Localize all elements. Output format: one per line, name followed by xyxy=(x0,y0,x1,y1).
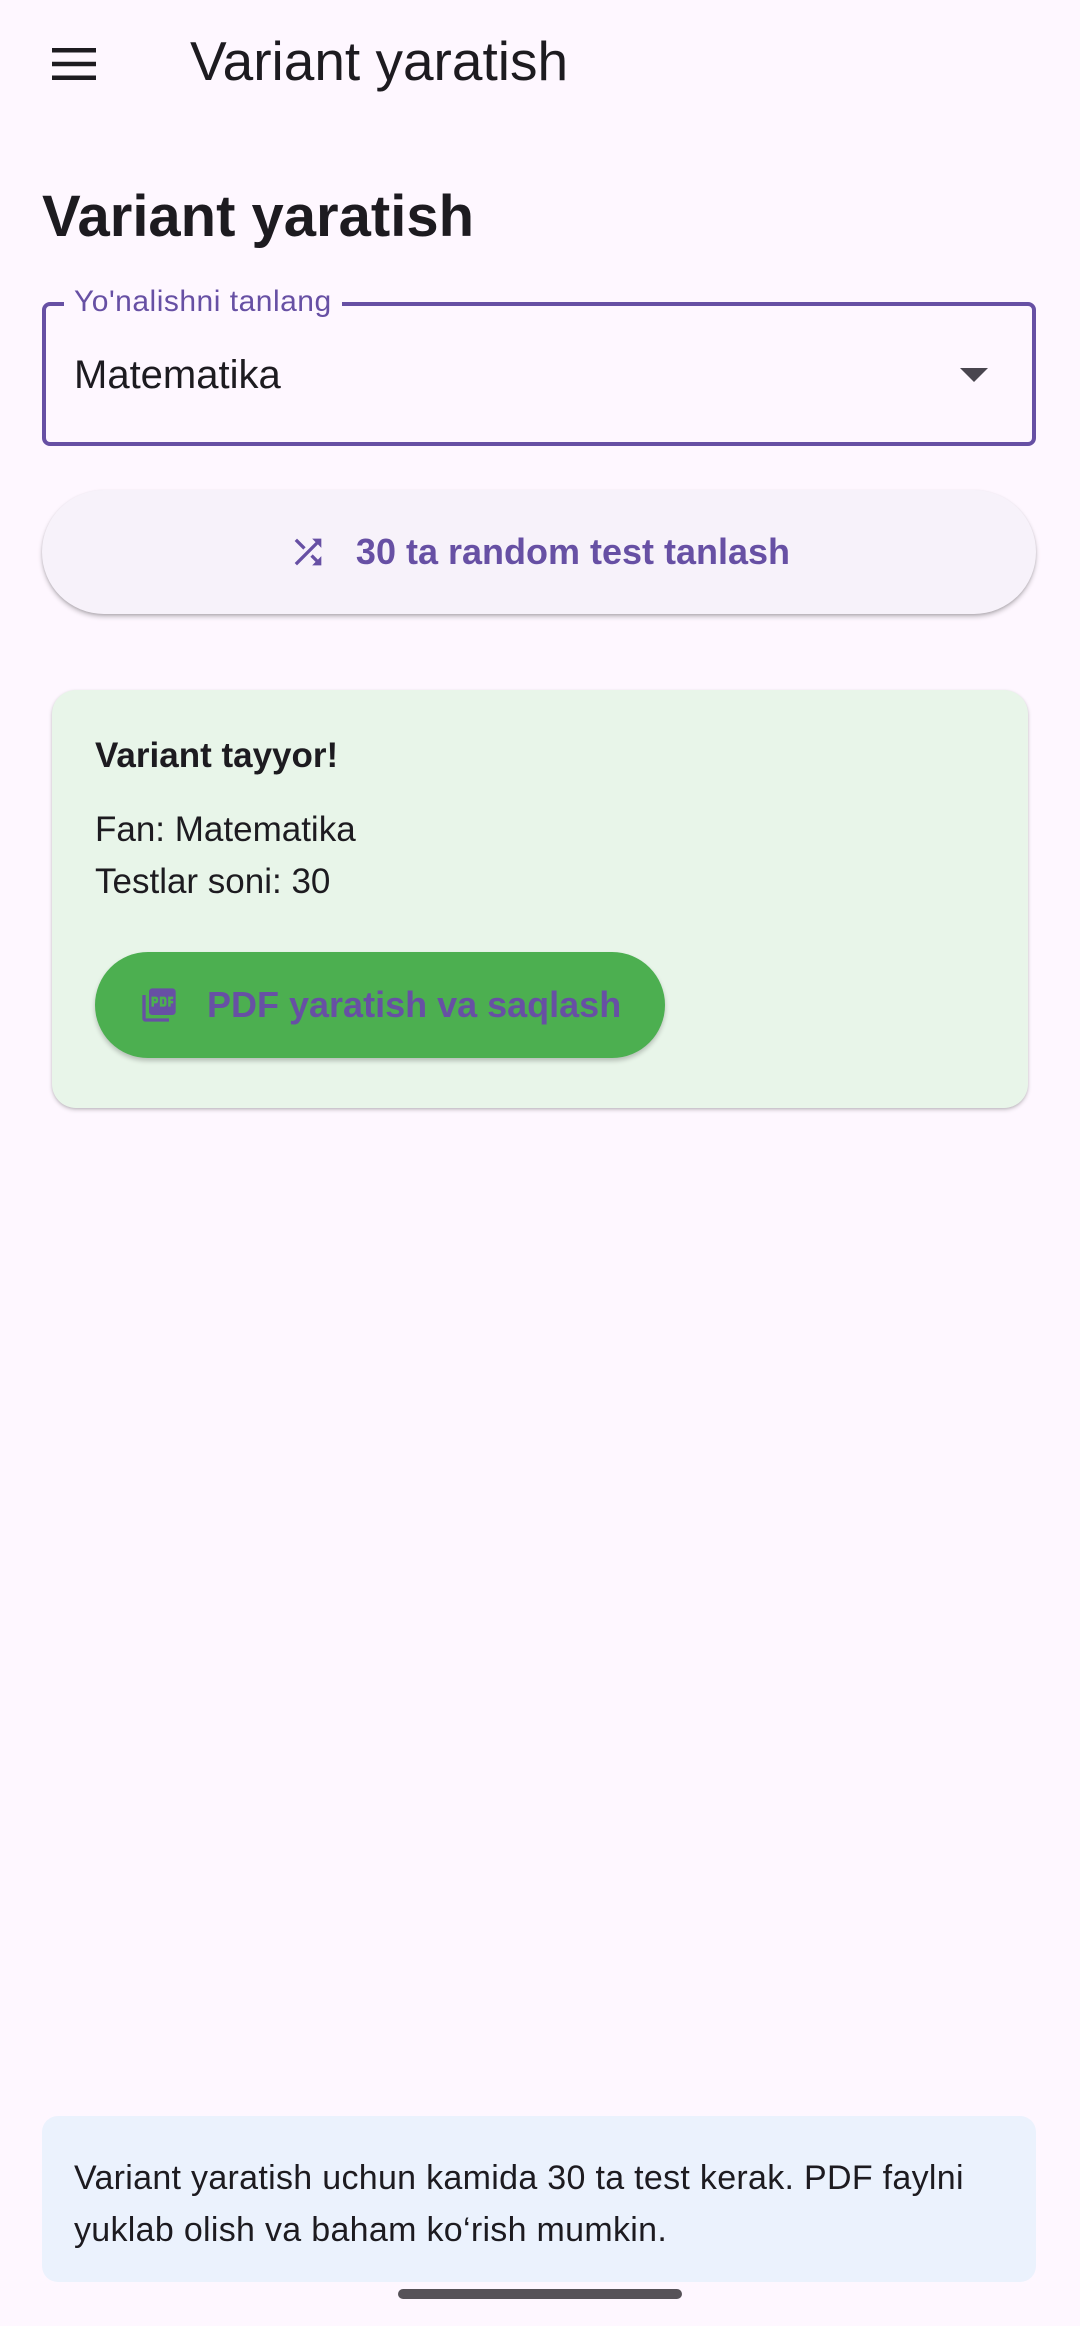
menu-button[interactable] xyxy=(30,20,118,108)
dropdown-arrow-icon xyxy=(960,368,988,382)
random-tests-button-label: 30 ta random test tanlash xyxy=(355,531,791,572)
create-pdf-button[interactable]: PDF yaratish va saqlash xyxy=(95,952,665,1058)
card-title: Variant tayyor! xyxy=(95,736,339,775)
app-bar-title: Variant yaratish xyxy=(190,30,569,92)
dropdown-selected-value: Matematika xyxy=(74,353,281,397)
direction-dropdown[interactable]: Yo'nalishni tanlang Matematika xyxy=(42,284,1036,446)
menu-icon xyxy=(52,48,96,80)
random-tests-button[interactable]: 30 ta random test tanlash xyxy=(42,490,1036,614)
page-title: Variant yaratish xyxy=(42,184,474,249)
app-bar: Variant yaratish xyxy=(0,0,1080,124)
info-note: Variant yaratish uchun kamida 30 ta test… xyxy=(42,2116,1036,2282)
dropdown-label: Yo'nalishni tanlang xyxy=(64,284,342,320)
variant-ready-card: Variant tayyor! Fan: Matematika Testlar … xyxy=(52,690,1028,1108)
create-pdf-button-label: PDF yaratish va saqlash xyxy=(207,984,622,1025)
subject-text: Fan: Matematika xyxy=(95,810,356,849)
info-text: Variant yaratish uchun kamida 30 ta test… xyxy=(74,2159,964,2249)
shuffle-icon xyxy=(294,538,322,566)
home-indicator[interactable] xyxy=(398,2289,682,2299)
test-count-text: Testlar soni: 30 xyxy=(95,862,331,901)
pdf-icon xyxy=(142,988,176,1022)
